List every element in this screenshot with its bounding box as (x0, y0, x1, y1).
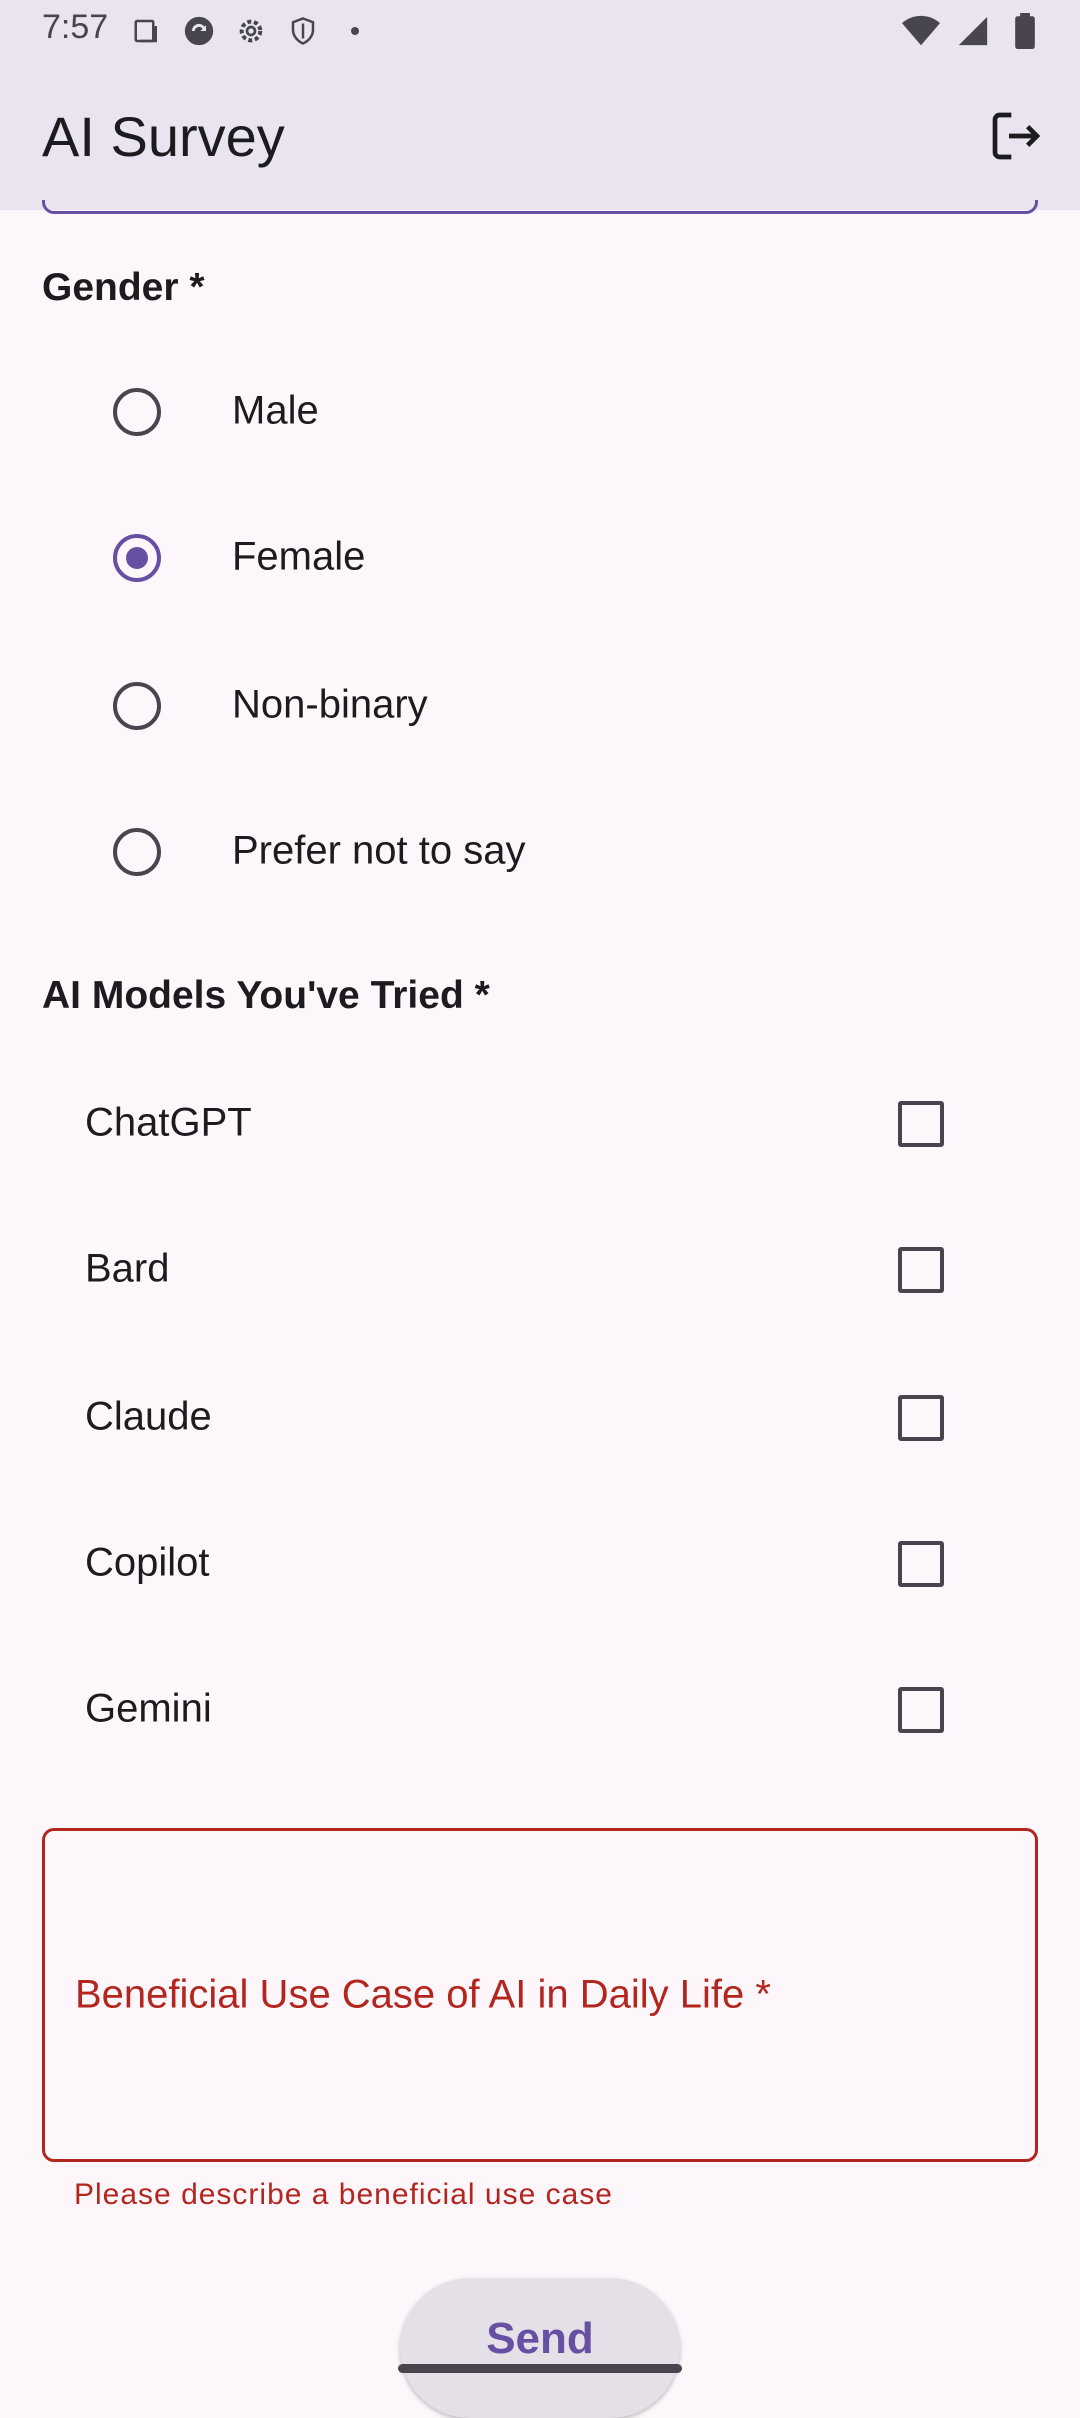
sync-icon (180, 12, 218, 50)
checkbox[interactable] (898, 1101, 944, 1147)
app-bar: AI Survey (0, 62, 1080, 210)
logout-button[interactable] (980, 100, 1052, 172)
radio-option-female[interactable]: Female (0, 484, 1080, 630)
radio-button[interactable] (113, 828, 161, 876)
radio-label: Non-binary (232, 682, 428, 727)
signal-icon (954, 12, 992, 50)
battery-icon (1006, 12, 1044, 50)
checkbox-option-copilot[interactable]: Copilot (0, 1490, 1080, 1636)
checkbox[interactable] (898, 1541, 944, 1587)
screenshot-icon (128, 12, 166, 50)
settings-icon (232, 12, 270, 50)
use-case-field-label: Beneficial Use Case of AI in Daily Life … (75, 1972, 771, 2017)
checkbox-label: ChatGPT (85, 1100, 252, 1145)
radio-label: Female (232, 534, 366, 579)
checkbox-label: Copilot (85, 1540, 210, 1585)
previous-field-border[interactable] (42, 200, 1038, 214)
checkbox-label: Gemini (85, 1686, 212, 1731)
models-section-title: AI Models You've Tried * (42, 974, 490, 1017)
checkbox-option-gemini[interactable]: Gemini (0, 1636, 1080, 1782)
checkbox-option-bard[interactable]: Bard (0, 1196, 1080, 1342)
wifi-icon (902, 12, 940, 50)
checkbox-option-chatgpt[interactable]: ChatGPT (0, 1050, 1080, 1196)
radio-label: Prefer not to say (232, 828, 526, 873)
checkbox-option-claude[interactable]: Claude (0, 1344, 1080, 1490)
gender-section-title: Gender * (42, 266, 205, 309)
send-button[interactable]: Send (400, 2278, 680, 2418)
checkbox[interactable] (898, 1395, 944, 1441)
dot-icon (336, 12, 374, 50)
radio-option-male[interactable]: Male (0, 338, 1080, 484)
checkbox[interactable] (898, 1687, 944, 1733)
send-button-label: Send (486, 2314, 594, 2363)
shield-icon (284, 12, 322, 50)
checkbox-label: Claude (85, 1394, 212, 1439)
radio-option-prefer-not-to-say[interactable]: Prefer not to say (0, 778, 1080, 924)
app-title: AI Survey (42, 105, 285, 168)
checkbox[interactable] (898, 1247, 944, 1293)
status-time: 7:57 (42, 8, 109, 46)
gesture-nav-bar[interactable] (398, 2364, 682, 2373)
checkbox-label: Bard (85, 1246, 170, 1291)
radio-button[interactable] (113, 388, 161, 436)
radio-option-non-binary[interactable]: Non-binary (0, 632, 1080, 778)
use-case-field[interactable]: Beneficial Use Case of AI in Daily Life … (42, 1828, 1038, 2162)
status-bar: 7:57 (0, 0, 1080, 62)
logout-icon (992, 112, 1041, 160)
radio-button-selected[interactable] (113, 534, 161, 582)
radio-label: Male (232, 388, 319, 433)
use-case-error-text: Please describe a beneficial use case (74, 2178, 613, 2211)
radio-button[interactable] (113, 682, 161, 730)
